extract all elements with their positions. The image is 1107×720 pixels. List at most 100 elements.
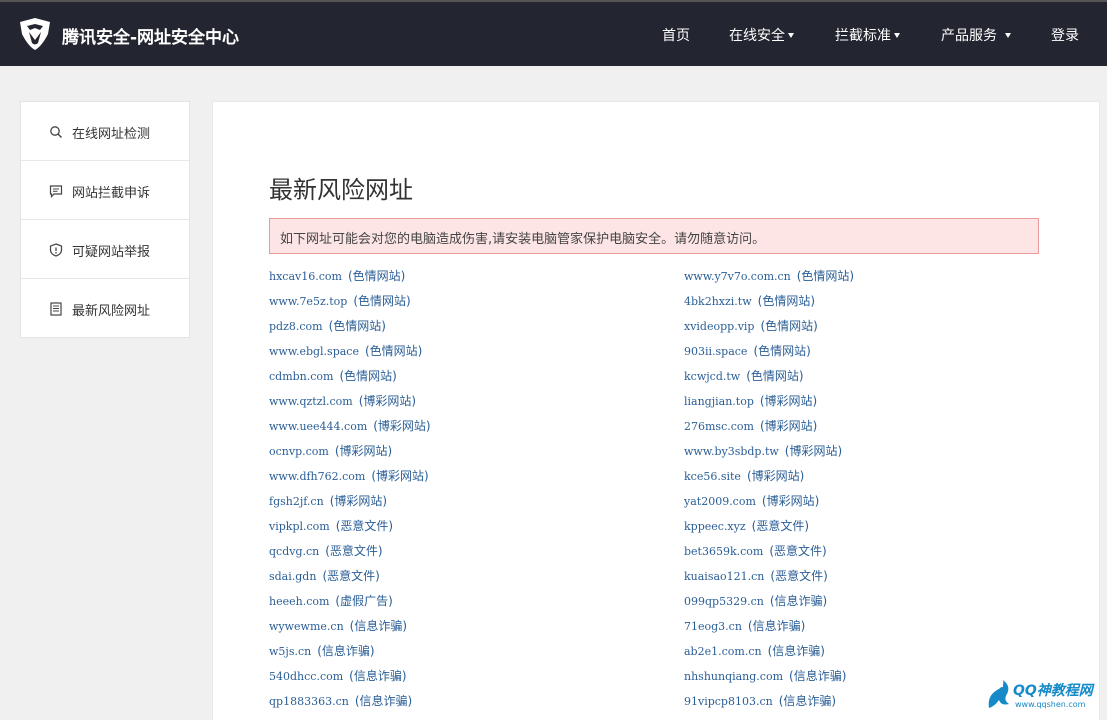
url-list-item[interactable]: 903ii.space (色情网站) [684, 342, 1084, 367]
risk-url-link[interactable]: wywewme.cn [269, 620, 344, 633]
url-list-item[interactable]: www.uee444.com (博彩网站) [269, 417, 669, 442]
risk-category-tag: (信息诈骗) [767, 644, 825, 658]
warning-alert: 如下网址可能会对您的电脑造成伤害,请安装电脑管家保护电脑安全。请勿随意访问。 [269, 218, 1039, 254]
risk-category-tag: (色情网站) [347, 269, 406, 283]
nav-online-security[interactable]: 在线安全 [729, 25, 794, 45]
watermark-url: www.qqshen.com [1015, 700, 1086, 709]
chat-icon [49, 185, 63, 198]
risk-category-tag: (博彩网站) [358, 394, 417, 408]
risk-url-link[interactable]: www.y7v7o.com.cn [684, 270, 791, 283]
risk-url-link[interactable]: xvideopp.vip [684, 320, 754, 333]
risk-url-link[interactable]: kuaisao121.cn [684, 570, 764, 583]
url-list-item[interactable]: 099qp5329.cn (信息诈骗) [684, 592, 1084, 617]
risk-url-link[interactable]: kcwjcd.tw [684, 370, 740, 383]
sidebar-item-appeal[interactable]: 网站拦截申诉 [21, 161, 189, 220]
url-list-item[interactable]: sdai.gdn (恶意文件) [269, 567, 669, 592]
url-list-item[interactable]: heeeh.com (虚假广告) [269, 592, 669, 617]
url-list-item[interactable]: kuaisao121.cn (恶意文件) [684, 567, 1084, 592]
risk-url-link[interactable]: cdmbn.com [269, 370, 333, 383]
risk-url-link[interactable]: 71eog3.cn [684, 620, 742, 633]
risk-category-tag: (色情网站) [353, 294, 411, 308]
url-list-item[interactable]: liangjian.top (博彩网站) [684, 392, 1084, 417]
url-list-item[interactable]: xvideopp.vip (色情网站) [684, 317, 1084, 342]
risk-url-link[interactable]: 099qp5329.cn [684, 595, 764, 608]
url-list-item[interactable]: cdmbn.com (色情网站) [269, 367, 669, 392]
sidebar-item-url-check[interactable]: 在线网址检测 [21, 102, 189, 161]
risk-url-link[interactable]: nhshunqiang.com [684, 670, 783, 683]
risk-url-link[interactable]: 903ii.space [684, 345, 747, 358]
url-list-left: hxcav16.com (色情网站) www.7e5z.top (色情网站) pdz8.… [269, 267, 669, 717]
risk-url-link[interactable]: www.qztzl.com [269, 395, 353, 408]
risk-category-tag: (博彩网站) [761, 494, 820, 508]
url-list-item[interactable]: 276msc.com (博彩网站) [684, 417, 1084, 442]
sidebar-item-latest-risk[interactable]: 最新风险网址 [21, 279, 189, 338]
nav-intercept-standard[interactable]: 拦截标准 [835, 25, 900, 45]
url-list-item[interactable]: www.y7v7o.com.cn (色情网站) [684, 267, 1084, 292]
risk-url-link[interactable]: hxcav16.com [269, 270, 342, 283]
risk-url-link[interactable]: www.dfh762.com [269, 470, 365, 483]
risk-category-tag: (博彩网站) [759, 419, 818, 433]
risk-url-link[interactable]: w5js.cn [269, 645, 311, 658]
url-list-item[interactable]: www.qztzl.com (博彩网站) [269, 392, 669, 417]
url-list-item[interactable]: vipkpl.com (恶意文件) [269, 517, 669, 542]
nav-products[interactable]: 产品服务 [941, 25, 1011, 45]
url-list-item[interactable]: ab2e1.com.cn (信息诈骗) [684, 642, 1084, 667]
risk-url-link[interactable]: bet3659k.com [684, 545, 763, 558]
risk-url-link[interactable]: vipkpl.com [269, 520, 330, 533]
risk-url-link[interactable]: ocnvp.com [269, 445, 329, 458]
url-list-item[interactable]: kcwjcd.tw (色情网站) [684, 367, 1084, 392]
risk-url-link[interactable]: pdz8.com [269, 320, 323, 333]
risk-url-link[interactable]: www.uee444.com [269, 420, 367, 433]
nav-home[interactable]: 首页 [662, 25, 690, 45]
url-list-item[interactable]: yat2009.com (博彩网站) [684, 492, 1084, 517]
url-list-item[interactable]: qcdvg.cn (恶意文件) [269, 542, 669, 567]
risk-category-tag: (博彩网站) [329, 494, 388, 508]
risk-url-link[interactable]: kce56.site [684, 470, 741, 483]
url-list-item[interactable]: pdz8.com (色情网站) [269, 317, 669, 342]
url-list-item[interactable]: hxcav16.com (色情网站) [269, 267, 669, 292]
url-list-item[interactable]: www.by3sbdp.tw (博彩网站) [684, 442, 1084, 467]
url-list-item[interactable]: www.dfh762.com (博彩网站) [269, 467, 669, 492]
risk-category-tag: (信息诈骗) [769, 594, 828, 608]
page-title: 最新风险网址 [269, 176, 413, 204]
risk-category-tag: (信息诈骗) [789, 669, 847, 683]
url-list-item[interactable]: wywewme.cn (信息诈骗) [269, 617, 669, 642]
risk-url-link[interactable]: 276msc.com [684, 420, 754, 433]
nav-login[interactable]: 登录 [1051, 25, 1079, 45]
risk-url-link[interactable]: sdai.gdn [269, 570, 316, 583]
url-list-item[interactable]: 71eog3.cn (信息诈骗) [684, 617, 1084, 642]
url-list-item[interactable]: qp1883363.cn (信息诈骗) [269, 692, 669, 717]
tencent-security-logo-icon[interactable] [18, 16, 52, 52]
url-list-item[interactable]: www.ebgl.space (色情网站) [269, 342, 669, 367]
sidebar-item-report[interactable]: 可疑网站举报 [21, 220, 189, 279]
main-panel: 最新风险网址 如下网址可能会对您的电脑造成伤害,请安装电脑管家保护电脑安全。请勿… [212, 101, 1100, 720]
nav-online-security-label: 在线安全 [729, 28, 785, 44]
risk-url-link[interactable]: heeeh.com [269, 595, 329, 608]
url-list-item[interactable]: kce56.site (博彩网站) [684, 467, 1084, 492]
url-list-item[interactable]: w5js.cn (信息诈骗) [269, 642, 669, 667]
url-list-item[interactable]: 540dhcc.com (信息诈骗) [269, 667, 669, 692]
risk-category-tag: (博彩网站) [334, 444, 393, 458]
risk-url-link[interactable]: 540dhcc.com [269, 670, 343, 683]
brand-title[interactable]: 腾讯安全-网址安全中心 [62, 23, 239, 48]
risk-url-link[interactable]: www.by3sbdp.tw [684, 445, 779, 458]
risk-url-link[interactable]: liangjian.top [684, 395, 754, 408]
risk-category-tag: (信息诈骗) [349, 619, 408, 633]
risk-url-link[interactable]: 91vipcp8103.cn [684, 695, 773, 708]
risk-url-link[interactable]: qp1883363.cn [269, 695, 349, 708]
risk-url-link[interactable]: fgsh2jf.cn [269, 495, 324, 508]
url-list-item[interactable]: ocnvp.com (博彩网站) [269, 442, 669, 467]
risk-url-link[interactable]: 4bk2hxzi.tw [684, 295, 752, 308]
risk-url-link[interactable]: www.ebgl.space [269, 345, 359, 358]
risk-url-link[interactable]: www.7e5z.top [269, 295, 347, 308]
risk-url-link[interactable]: yat2009.com [684, 495, 756, 508]
risk-url-link[interactable]: ab2e1.com.cn [684, 645, 762, 658]
caret-down-icon [788, 33, 794, 38]
url-list-item[interactable]: www.7e5z.top (色情网站) [269, 292, 669, 317]
risk-url-link[interactable]: kppeec.xyz [684, 520, 746, 533]
url-list-item[interactable]: kppeec.xyz (恶意文件) [684, 517, 1084, 542]
risk-url-link[interactable]: qcdvg.cn [269, 545, 319, 558]
url-list-item[interactable]: 4bk2hxzi.tw (色情网站) [684, 292, 1084, 317]
url-list-item[interactable]: fgsh2jf.cn (博彩网站) [269, 492, 669, 517]
url-list-item[interactable]: bet3659k.com (恶意文件) [684, 542, 1084, 567]
